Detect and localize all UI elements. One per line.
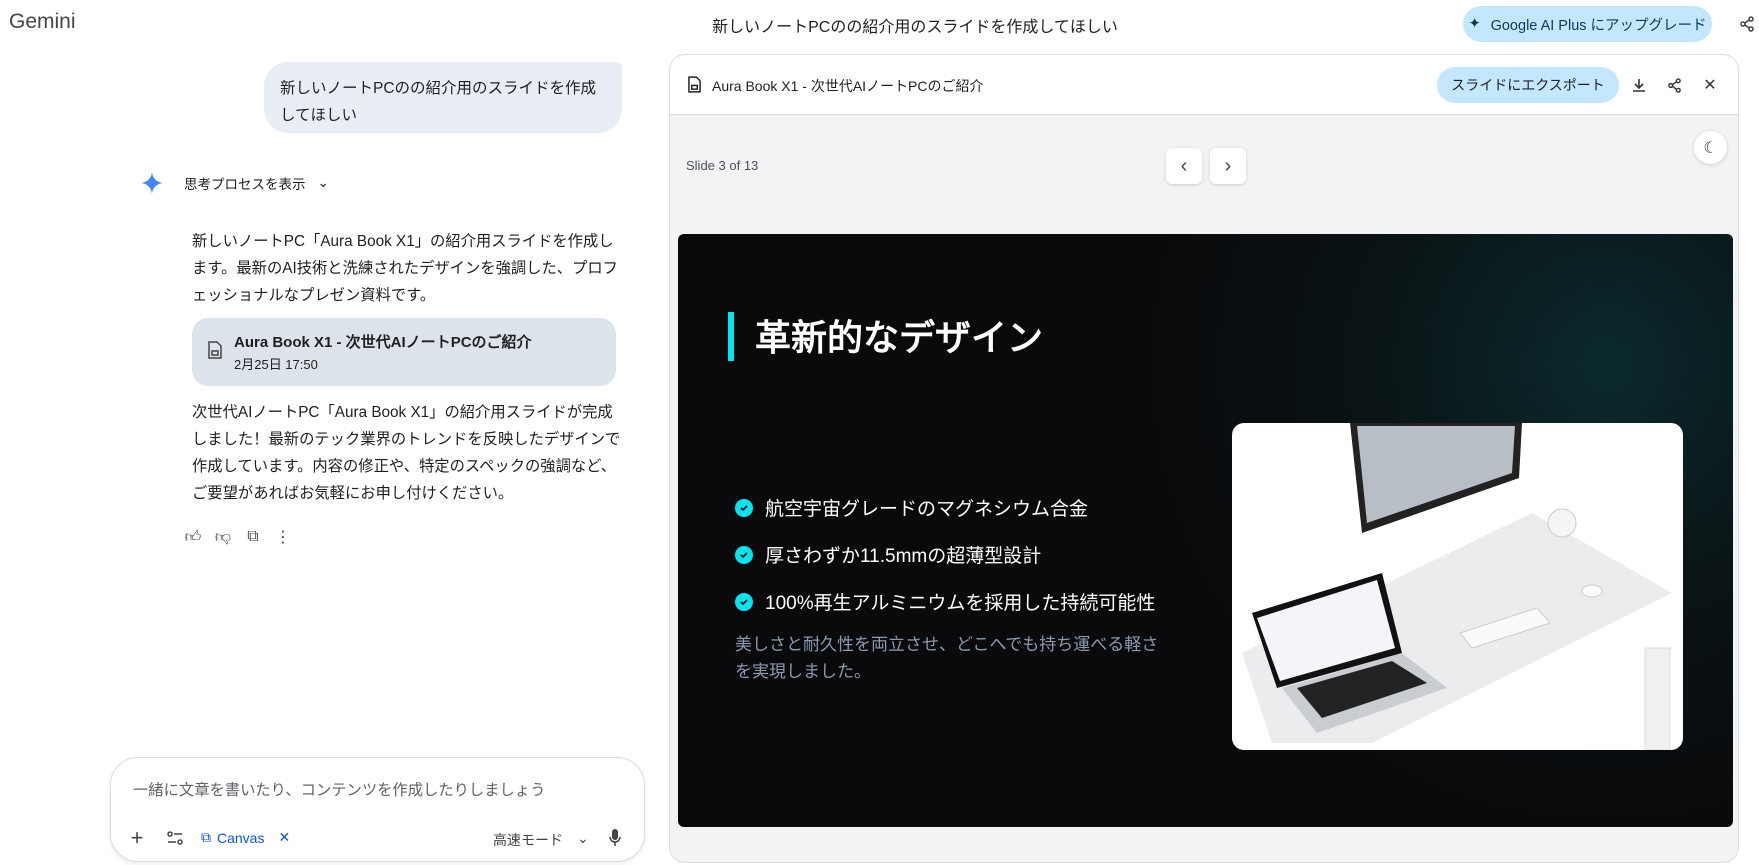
download-icon[interactable] bbox=[1628, 74, 1650, 96]
show-thinking-toggle[interactable]: 思考プロセスを表示 ⌄ bbox=[184, 173, 329, 193]
thumbs-up-icon[interactable]: 👍︎ bbox=[182, 526, 204, 548]
upgrade-label: Google AI Plus にアップグレード bbox=[1490, 17, 1707, 34]
sparkle-icon: ✦ bbox=[1468, 16, 1481, 32]
moon-icon: ☾ bbox=[1703, 139, 1718, 157]
user-message: 新しいノートPCのの紹介用のスライドを作成してほしい bbox=[264, 62, 622, 133]
laptop-desk-image bbox=[1232, 423, 1683, 750]
slide-bullet: 100%再生アルミニウムを採用した持続可能性 bbox=[735, 588, 1155, 615]
canvas-label: Canvas bbox=[217, 829, 265, 846]
share-icon[interactable] bbox=[1737, 14, 1757, 34]
slide-bullet: 厚さわずか11.5mmの超薄型設計 bbox=[735, 541, 1041, 568]
check-circle-icon bbox=[735, 592, 753, 611]
check-circle-icon bbox=[735, 498, 753, 517]
slide-title: 革新的なデザイン bbox=[755, 317, 1044, 358]
slide-description: 美しさと耐久性を両立させ、どこへでも持ち運べる軽さを実現しました。 bbox=[735, 635, 1159, 681]
remove-canvas-icon[interactable]: ✕ bbox=[278, 829, 290, 846]
document-icon bbox=[688, 76, 701, 98]
copy-icon[interactable]: ⧉ bbox=[242, 526, 264, 548]
chat-input[interactable]: 一緒に文章を書いたり、コンテンツを作成したりしましょう + ⧉ Canvas ✕… bbox=[110, 757, 645, 862]
canvas-title: Aura Book X1 - 次世代AIノートPCのご紹介 bbox=[712, 78, 984, 94]
share-icon[interactable] bbox=[1663, 74, 1685, 96]
response-intro: 新しいノートPC「Aura Book X1」の紹介用スライドを作成します。最新の… bbox=[192, 233, 618, 304]
canvas-panel: Aura Book X1 - 次世代AIノートPCのご紹介 スライドにエクスポー… bbox=[669, 54, 1739, 863]
thumbs-down-icon[interactable]: 👎︎ bbox=[212, 526, 234, 548]
close-icon[interactable]: ✕ bbox=[1699, 74, 1721, 96]
chevron-down-icon: ⌄ bbox=[577, 830, 589, 846]
slide-counter: Slide 3 of 13 bbox=[686, 158, 759, 173]
title-accent-bar bbox=[728, 312, 734, 361]
canvas-header: Aura Book X1 - 次世代AIノートPCのご紹介 スライドにエクスポー… bbox=[670, 55, 1738, 115]
thinking-label: 思考プロセスを表示 bbox=[184, 177, 306, 192]
bullet-text: 厚さわずか11.5mmの超薄型設計 bbox=[765, 546, 1042, 567]
slide-preview: 革新的なデザイン 航空宇宙グレードのマグネシウム合金 厚さわずか11.5mmの超… bbox=[678, 234, 1733, 827]
document-date: 2月25日 17:50 bbox=[234, 357, 318, 372]
upgrade-button[interactable]: ✦ Google AI Plus にアップグレード bbox=[1463, 6, 1712, 42]
previous-slide-button[interactable]: ‹ bbox=[1166, 148, 1202, 184]
bullet-text: 100%再生アルミニウムを採用した持続可能性 bbox=[765, 593, 1156, 614]
canvas-icon: ⧉ bbox=[201, 829, 211, 845]
export-to-slides-button[interactable]: スライドにエクスポート bbox=[1437, 67, 1619, 103]
more-options-icon[interactable]: ⋮ bbox=[272, 526, 294, 548]
response-outro: 次世代AIノートPC「Aura Book X1」の紹介用スライドが完成しました！… bbox=[192, 404, 621, 502]
mode-selector[interactable]: 高速モード ⌄ bbox=[493, 830, 589, 850]
check-circle-icon bbox=[735, 545, 753, 564]
document-card[interactable]: Aura Book X1 - 次世代AIノートPCのご紹介 2月25日 17:50 bbox=[192, 318, 616, 386]
bullet-text: 航空宇宙グレードのマグネシウム合金 bbox=[765, 499, 1089, 520]
canvas-chip[interactable]: ⧉ Canvas ✕ bbox=[201, 829, 290, 846]
document-icon bbox=[208, 340, 222, 364]
dark-mode-toggle[interactable]: ☾ bbox=[1694, 131, 1727, 164]
input-placeholder: 一緒に文章を書いたり、コンテンツを作成したりしましょう bbox=[133, 782, 546, 799]
slide-bullet: 航空宇宙グレードのマグネシウム合金 bbox=[735, 494, 1088, 521]
microphone-icon[interactable] bbox=[601, 824, 629, 852]
mode-label: 高速モード bbox=[493, 832, 563, 848]
gemini-sparkle-icon bbox=[140, 171, 164, 200]
document-title: Aura Book X1 - 次世代AIノートPCのご紹介 bbox=[234, 334, 532, 351]
next-slide-button[interactable]: › bbox=[1210, 148, 1246, 184]
add-icon[interactable]: + bbox=[123, 824, 151, 852]
chevron-down-icon: ⌄ bbox=[317, 175, 329, 190]
tools-icon[interactable] bbox=[161, 824, 189, 852]
